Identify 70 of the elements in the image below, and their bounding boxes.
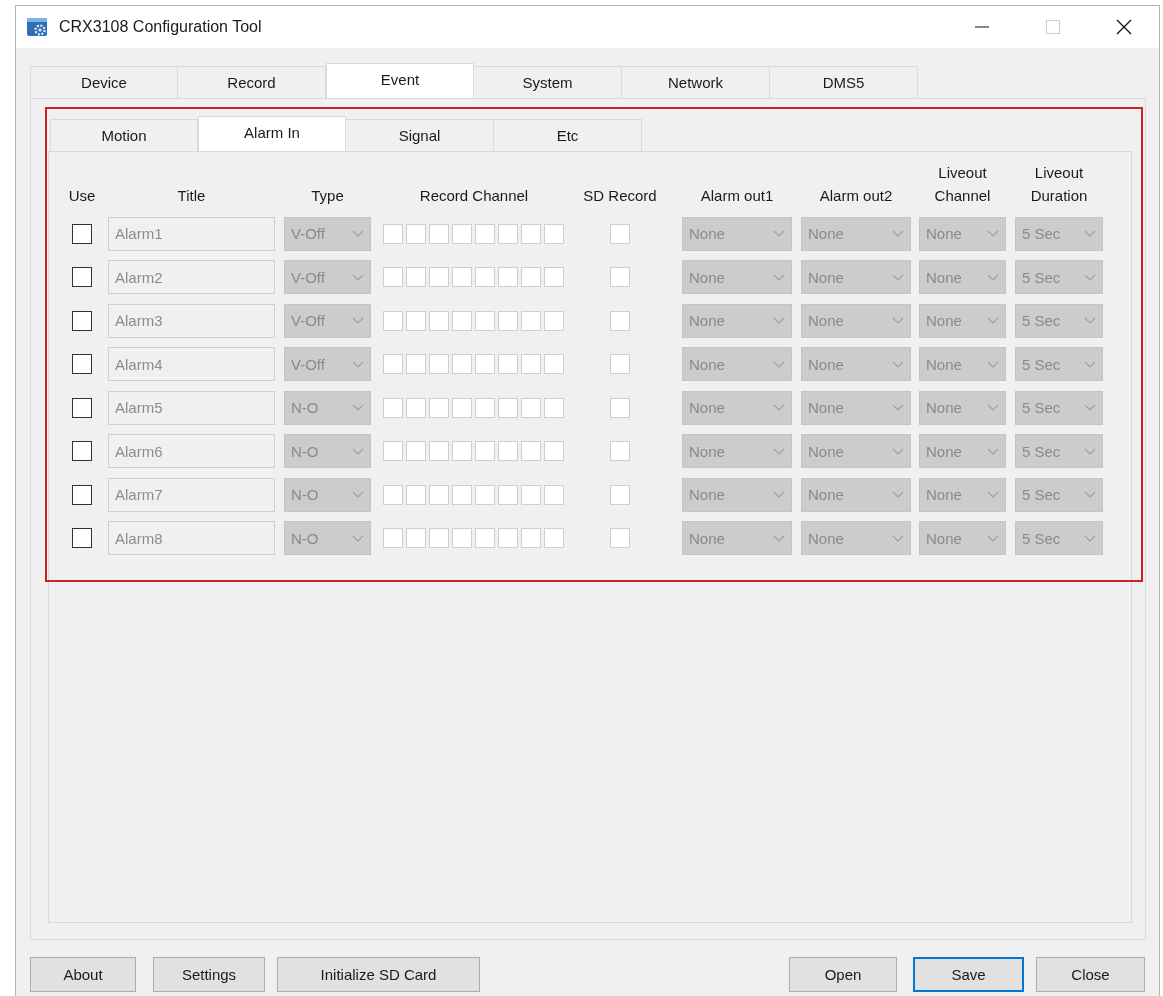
chevron-icon bbox=[352, 317, 364, 324]
chevron-icon bbox=[987, 273, 999, 281]
chevron-icon bbox=[1084, 230, 1096, 237]
tab[interactable]: Network bbox=[622, 66, 770, 98]
chevron-icon bbox=[1084, 273, 1096, 281]
chevron-icon bbox=[773, 273, 785, 281]
chevron-icon bbox=[773, 317, 785, 324]
chevron-icon bbox=[892, 404, 904, 411]
chevron-icon bbox=[1084, 360, 1096, 368]
tab[interactable]: Etc bbox=[494, 119, 642, 151]
chevron-icon bbox=[892, 230, 904, 237]
tab[interactable]: System bbox=[474, 66, 622, 98]
tab[interactable]: Motion bbox=[50, 119, 198, 151]
column-header: Liveout Duration bbox=[1029, 163, 1089, 206]
tab[interactable]: Signal bbox=[346, 119, 494, 151]
chevron-icon bbox=[987, 447, 999, 455]
minimize-icon bbox=[974, 26, 989, 28]
chevron-icon bbox=[1084, 491, 1096, 498]
chevron-icon bbox=[892, 317, 904, 324]
tab[interactable]: Event bbox=[326, 63, 474, 98]
chevron-icon bbox=[987, 230, 999, 237]
chevron-icon bbox=[1084, 534, 1096, 542]
tab[interactable]: Record bbox=[178, 66, 326, 98]
close-icon bbox=[1115, 19, 1132, 35]
button[interactable]: Initialize SD Card bbox=[277, 957, 480, 992]
column-header: Alarm out1 bbox=[699, 186, 775, 206]
button[interactable]: About bbox=[30, 957, 136, 992]
chevron-icon bbox=[1084, 317, 1096, 324]
chevron-icon bbox=[773, 404, 785, 411]
chevron-icon bbox=[773, 534, 785, 542]
chevron-icon bbox=[352, 230, 364, 237]
column-header: Type bbox=[310, 186, 345, 206]
tab[interactable]: Alarm In bbox=[198, 116, 346, 151]
button[interactable]: Settings bbox=[153, 957, 265, 992]
chevron-icon bbox=[892, 447, 904, 455]
chevron-icon bbox=[352, 273, 364, 281]
chevron-icon bbox=[352, 447, 364, 455]
chevron-icon bbox=[773, 491, 785, 498]
chevron-icon bbox=[987, 360, 999, 368]
chevron-icon bbox=[773, 360, 785, 368]
chevron-icon bbox=[987, 404, 999, 411]
column-header: Title bbox=[176, 186, 207, 206]
chevron-icon bbox=[1084, 447, 1096, 455]
column-header: SD Record bbox=[583, 186, 657, 206]
chevron-icon bbox=[1084, 404, 1096, 411]
button[interactable]: Save bbox=[913, 957, 1024, 992]
column-header: Liveout Channel bbox=[933, 163, 992, 206]
column-header: Alarm out2 bbox=[818, 186, 894, 206]
chevron-icon bbox=[352, 534, 364, 542]
window-title: CRX3108 Configuration Tool bbox=[59, 18, 262, 36]
button[interactable]: Open bbox=[789, 957, 897, 992]
chevron-icon bbox=[773, 230, 785, 237]
chevron-icon bbox=[352, 360, 364, 368]
column-header: Record Channel bbox=[418, 186, 530, 206]
tab[interactable]: Device bbox=[30, 66, 178, 98]
chevron-icon bbox=[352, 404, 364, 411]
column-header: Use bbox=[68, 186, 96, 206]
chevron-icon bbox=[987, 317, 999, 324]
chevron-icon bbox=[892, 360, 904, 368]
chevron-icon bbox=[352, 491, 364, 498]
chevron-icon bbox=[773, 447, 785, 455]
chevron-icon bbox=[987, 534, 999, 542]
chevron-icon bbox=[892, 491, 904, 498]
button[interactable]: Close bbox=[1036, 957, 1145, 992]
chevron-icon bbox=[892, 534, 904, 542]
app-icon bbox=[26, 16, 48, 38]
maximize-icon bbox=[1045, 20, 1060, 34]
chevron-icon bbox=[987, 491, 999, 498]
tab[interactable]: DMS5 bbox=[770, 66, 918, 98]
chevron-icon bbox=[892, 273, 904, 281]
